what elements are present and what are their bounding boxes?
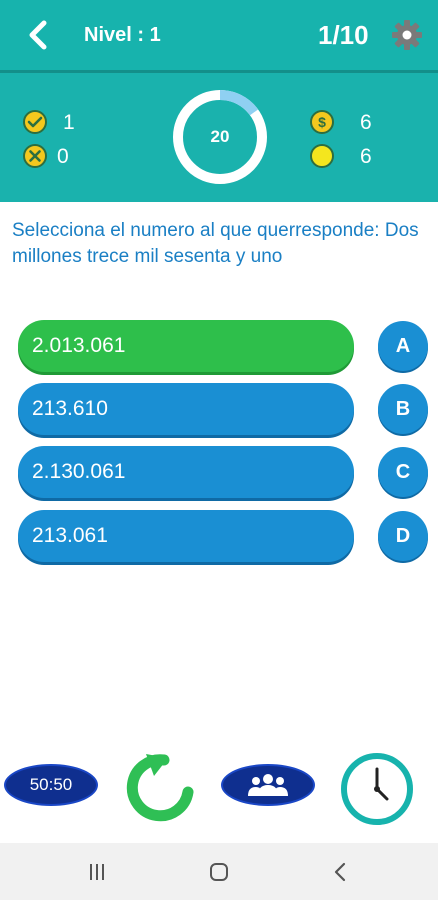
system-back-icon[interactable] <box>330 861 352 883</box>
system-nav-bar <box>0 843 438 900</box>
check-icon <box>23 110 47 134</box>
audience-button[interactable] <box>221 764 315 806</box>
gear-icon[interactable] <box>390 18 424 52</box>
dollar-coin-icon: $ <box>310 110 334 134</box>
quiz-screen: Nivel : 1 1/10 1 0 20 $ 6 6 Selecciona e… <box>0 0 438 900</box>
answer-letter-d[interactable]: D <box>378 511 428 561</box>
people-group-icon <box>248 774 288 796</box>
level-label: Nivel : 1 <box>84 24 161 46</box>
question-progress: 1/10 <box>318 20 369 50</box>
answer-option-a[interactable]: 2.013.061 <box>18 320 354 372</box>
refresh-icon[interactable] <box>124 752 194 822</box>
answer-option-b[interactable]: 213.610 <box>18 383 354 435</box>
answer-letter-c[interactable]: C <box>378 447 428 497</box>
home-icon[interactable] <box>208 861 230 883</box>
svg-text:$: $ <box>318 114 326 130</box>
coins-count: 6 <box>360 111 372 134</box>
recent-apps-icon[interactable] <box>86 861 108 883</box>
answer-letter-a[interactable]: A <box>378 321 428 371</box>
clock-icon[interactable] <box>340 752 414 826</box>
answer-letter-b[interactable]: B <box>378 384 428 434</box>
fifty-fifty-button[interactable]: 50:50 <box>4 764 98 806</box>
points-count: 6 <box>360 145 372 168</box>
stats-panel: 1 0 20 $ 6 6 <box>0 70 438 202</box>
header-bar: Nivel : 1 1/10 <box>0 0 438 70</box>
coin-icon <box>310 144 334 168</box>
question-text: Selecciona el numero al que querresponde… <box>12 220 419 267</box>
timer-value: 20 <box>210 127 230 146</box>
answer-option-c[interactable]: 2.130.061 <box>18 446 354 498</box>
wrong-count: 0 <box>57 145 69 168</box>
back-arrow-icon[interactable] <box>24 18 54 52</box>
answer-option-d[interactable]: 213.061 <box>18 510 354 562</box>
cross-icon <box>23 144 47 168</box>
correct-count: 1 <box>63 111 75 134</box>
